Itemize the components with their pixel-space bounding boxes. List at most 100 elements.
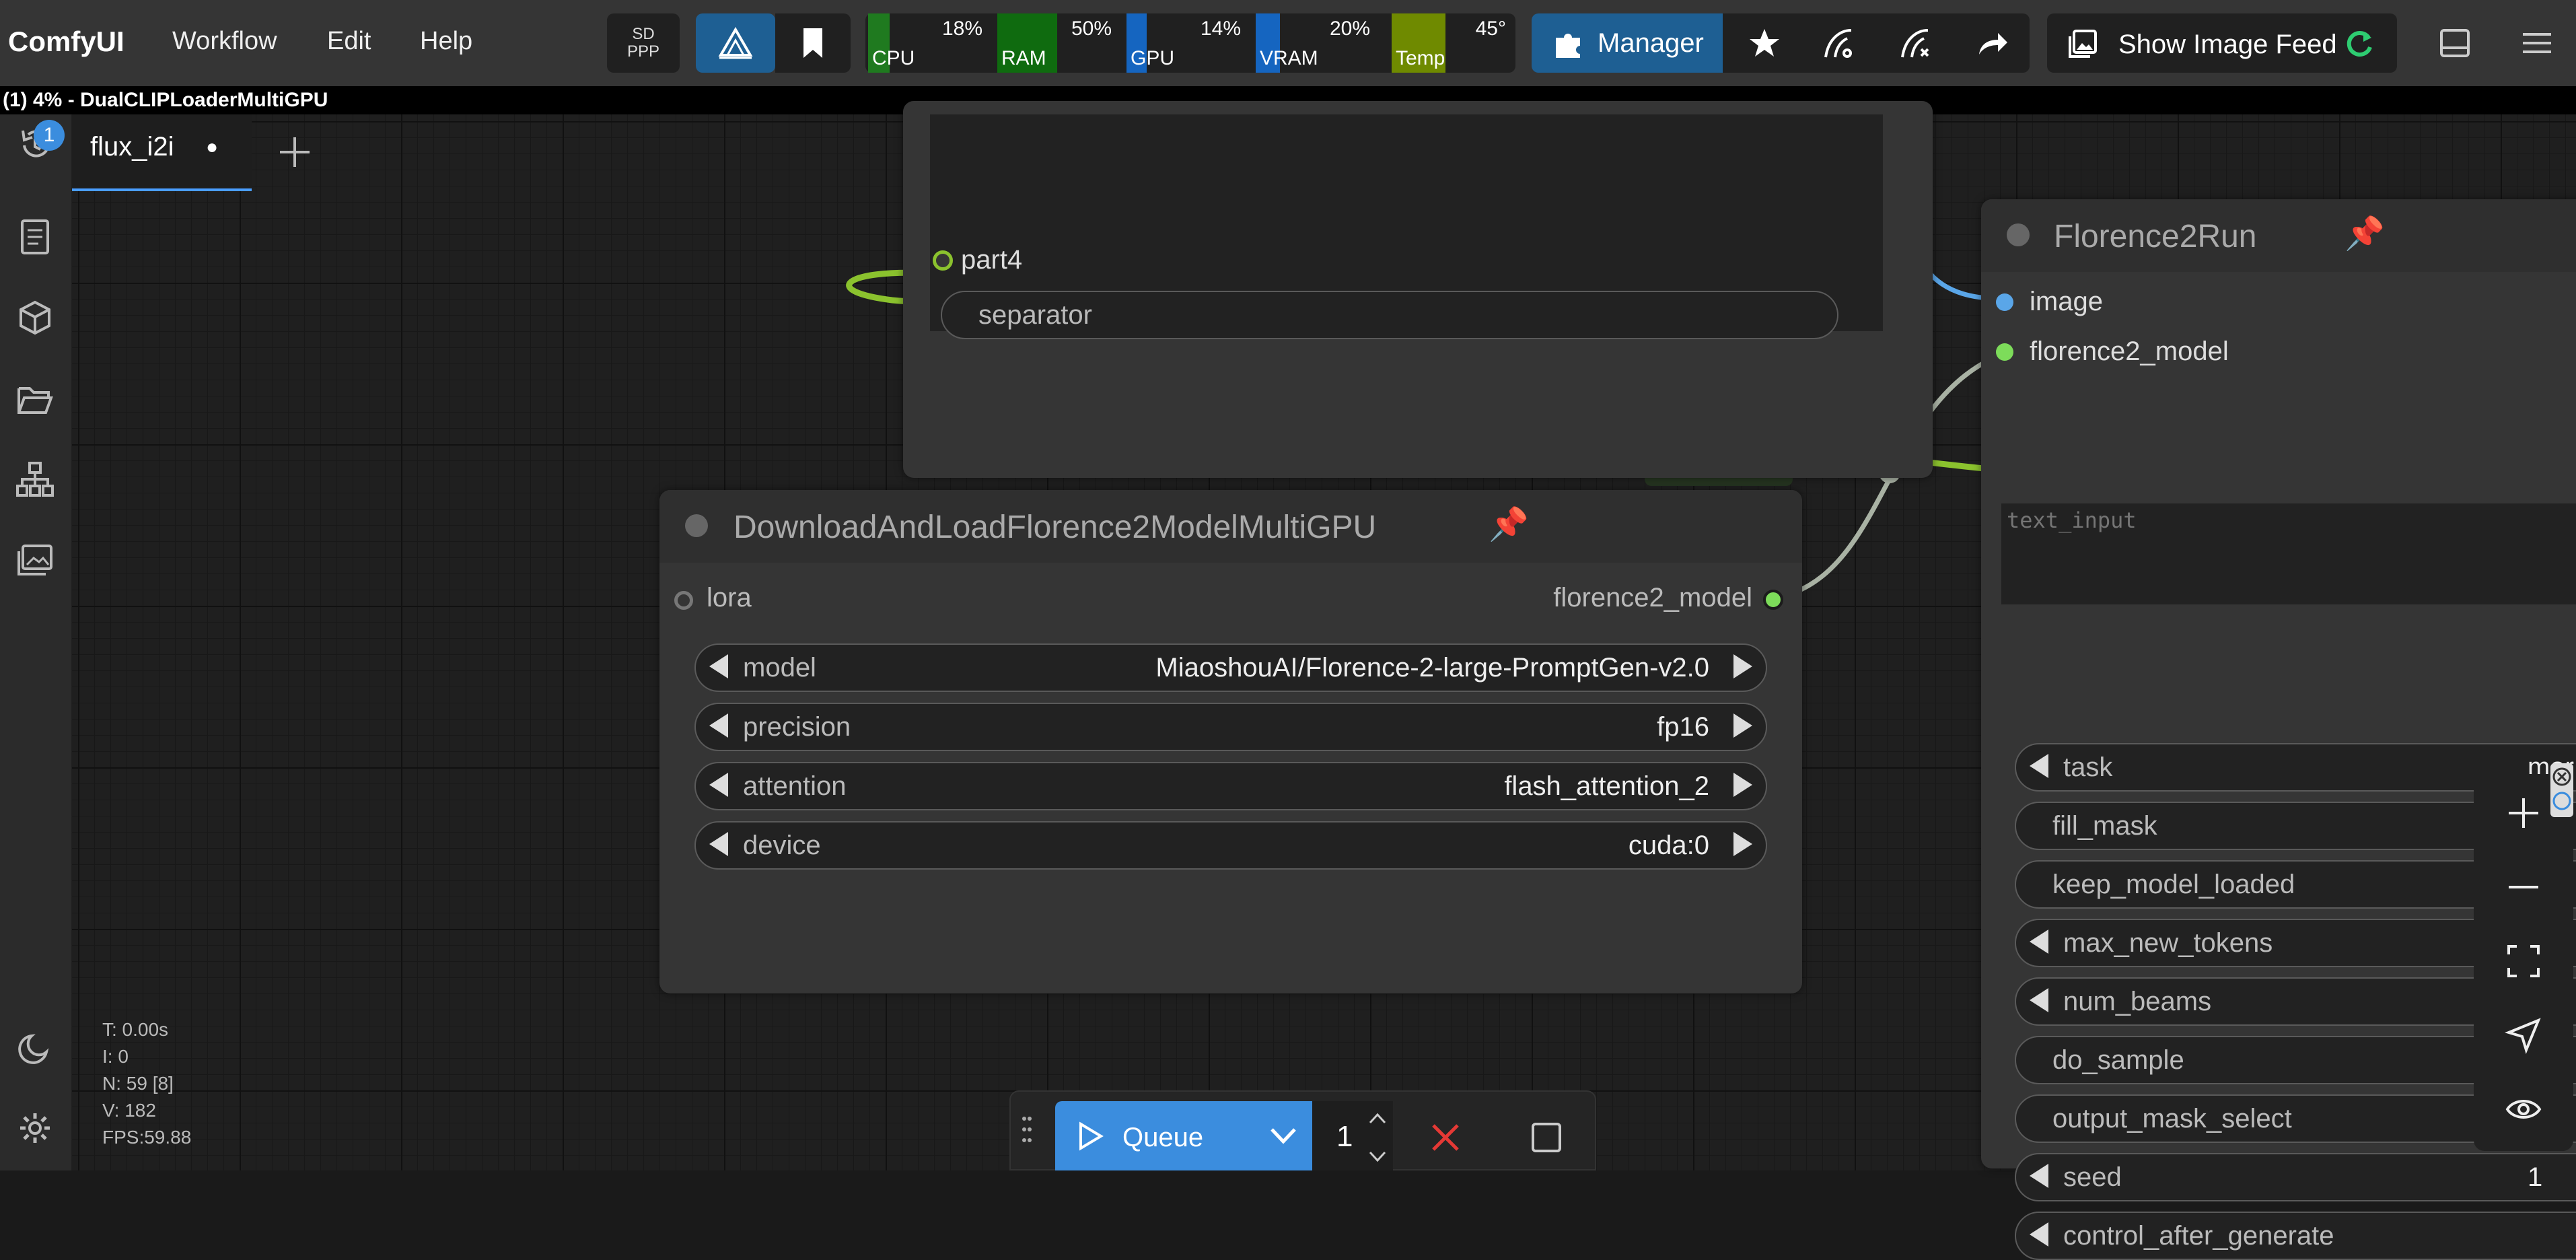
fullscreen-icon bbox=[2507, 945, 2540, 977]
batch-count-stepper[interactable]: 1 bbox=[1312, 1101, 1393, 1170]
widget-label: seed bbox=[2063, 1162, 2122, 1192]
widget-value-precision: fp16 bbox=[1657, 712, 1709, 742]
widget-value: 1 bbox=[2528, 1162, 2543, 1192]
toggle-panel-button[interactable] bbox=[2435, 23, 2475, 63]
toggle-links-button[interactable] bbox=[2501, 1086, 2546, 1132]
chevron-up-icon[interactable] bbox=[1367, 1111, 1388, 1127]
widget-control-after-generate[interactable]: control_after_generate bbox=[2015, 1212, 2576, 1260]
widget-label: num_beams bbox=[2063, 987, 2212, 1016]
arrow-left-icon[interactable] bbox=[709, 773, 728, 797]
model-scan-button[interactable] bbox=[1818, 23, 1859, 63]
widget-device[interactable]: device cuda:0 bbox=[694, 821, 1767, 870]
arrow-right-icon[interactable] bbox=[1733, 832, 1752, 856]
cancel-queue-button[interactable] bbox=[1428, 1120, 1463, 1155]
sidebar-settings[interactable] bbox=[13, 1107, 57, 1150]
widget-attention[interactable]: attention flash_attention_2 bbox=[694, 762, 1767, 810]
gear-icon bbox=[20, 1113, 50, 1143]
sidebar-image-gallery[interactable] bbox=[13, 538, 57, 582]
node-collapse-dot[interactable] bbox=[2007, 223, 2030, 246]
select-mode-button[interactable] bbox=[2501, 1012, 2546, 1058]
slot-part4[interactable] bbox=[933, 250, 953, 271]
widget-precision[interactable]: precision fp16 bbox=[694, 703, 1767, 751]
stat-v: V: 182 bbox=[102, 1100, 156, 1121]
tab-modified-dot[interactable]: ● bbox=[206, 136, 218, 159]
sidebar-node-map[interactable] bbox=[13, 458, 57, 501]
graph-canvas[interactable]: MultiGPU part4 separator DownloadAndLoad… bbox=[71, 101, 2576, 1260]
slot-input-florence2-model[interactable] bbox=[1996, 343, 2013, 361]
star-button[interactable] bbox=[1744, 23, 1785, 63]
menu-edit[interactable]: Edit bbox=[327, 27, 371, 56]
fit-view-button[interactable] bbox=[2501, 938, 2546, 984]
sidebar-model-library[interactable] bbox=[13, 296, 57, 339]
node-title-bar[interactable]: DownloadAndLoadFlorence2ModelMultiGPU 📌 bbox=[659, 490, 1802, 563]
app-icon-button[interactable] bbox=[696, 13, 775, 73]
document-list-icon bbox=[21, 219, 49, 254]
monitor-cpu-label: CPU bbox=[872, 47, 915, 69]
plus-icon bbox=[2509, 798, 2538, 828]
drag-handle-icon bbox=[1022, 1117, 1032, 1142]
arrow-right-icon[interactable] bbox=[1733, 654, 1752, 678]
widget-label: max_new_tokens bbox=[2063, 928, 2273, 958]
arrow-left-icon[interactable] bbox=[709, 832, 728, 856]
arrow-left-icon[interactable] bbox=[709, 654, 728, 678]
sidebar-theme-toggle[interactable] bbox=[13, 1027, 57, 1070]
monitor-vram-label: VRAM bbox=[1260, 47, 1318, 69]
model-download-button[interactable] bbox=[1895, 23, 1935, 63]
arrow-left-icon[interactable] bbox=[2030, 754, 2048, 778]
clear-queue-button[interactable] bbox=[1530, 1121, 1563, 1154]
manager-toolgroup: Manager bbox=[1532, 13, 2030, 73]
share-button[interactable] bbox=[1972, 23, 2012, 63]
monitor-cpu-value: 18% bbox=[941, 18, 982, 40]
arrow-right-icon[interactable] bbox=[1733, 773, 1752, 797]
slot-input-lora[interactable] bbox=[674, 591, 693, 610]
bookmark-button[interactable] bbox=[775, 13, 851, 73]
sd-ppp-line1: SD bbox=[632, 25, 655, 43]
widget-separator[interactable]: separator bbox=[941, 291, 1838, 339]
monitor-vram: VRAM 20% bbox=[1256, 13, 1375, 73]
minimap-toggle[interactable] bbox=[2550, 763, 2573, 817]
monitor-temp-value: 45° bbox=[1475, 18, 1506, 40]
stat-i: I: 0 bbox=[102, 1046, 129, 1067]
arrow-right-icon[interactable] bbox=[1733, 713, 1752, 738]
sidebar-workflows[interactable] bbox=[13, 378, 57, 421]
manager-button[interactable]: Manager bbox=[1532, 13, 1723, 73]
sidebar-queue-history[interactable]: 1 bbox=[13, 120, 65, 166]
tab-flux-i2i[interactable]: flux_i2i ● bbox=[71, 114, 252, 191]
zoom-out-button[interactable] bbox=[2501, 864, 2546, 910]
show-image-feed-button[interactable]: Show Image Feed bbox=[2047, 13, 2397, 73]
sd-ppp-button[interactable]: SD PPP bbox=[607, 13, 680, 73]
slot-label-florence2-model-out: florence2_model bbox=[1553, 583, 1752, 612]
hamburger-icon bbox=[2523, 33, 2551, 53]
menu-help[interactable]: Help bbox=[420, 27, 472, 56]
slot-label-part4: part4 bbox=[961, 245, 1023, 275]
node-download-load-florence2[interactable]: DownloadAndLoadFlorence2ModelMultiGPU 📌 … bbox=[659, 490, 1802, 993]
folder-open-icon bbox=[17, 387, 53, 414]
drag-handle[interactable] bbox=[1020, 1111, 1034, 1148]
close-circle-icon bbox=[2552, 767, 2571, 810]
canvas-stats: T: 0.00s I: 0 N: 59 [8] V: 182 FPS:59.88 bbox=[102, 1016, 191, 1151]
widget-model[interactable]: model MiaoshouAI/Florence-2-large-Prompt… bbox=[694, 643, 1767, 692]
slot-output-florence2-model[interactable] bbox=[1763, 590, 1783, 610]
node-title-bar[interactable]: Florence2Run 📌 bbox=[1981, 199, 2576, 272]
widget-label: output_mask_select bbox=[2052, 1104, 2292, 1133]
new-tab-button[interactable] bbox=[273, 131, 316, 174]
eye-icon bbox=[2505, 1100, 2542, 1119]
widget-seed[interactable]: seed 1 bbox=[2015, 1153, 2576, 1201]
sidebar-node-library[interactable] bbox=[13, 215, 57, 258]
hamburger-menu-button[interactable] bbox=[2517, 23, 2557, 63]
arrow-left-icon[interactable] bbox=[2030, 1222, 2048, 1247]
monitor-ram-label: RAM bbox=[1001, 47, 1046, 69]
queue-options-dropdown[interactable] bbox=[1254, 1101, 1312, 1170]
menu-workflow[interactable]: Workflow bbox=[172, 27, 277, 56]
arrow-left-icon[interactable] bbox=[2030, 930, 2048, 954]
arrow-left-icon[interactable] bbox=[2030, 1164, 2048, 1188]
node-collapse-dot[interactable] bbox=[685, 514, 708, 537]
slot-input-image[interactable] bbox=[1996, 293, 2013, 311]
queue-button[interactable]: Queue bbox=[1055, 1101, 1254, 1170]
zoom-in-button[interactable] bbox=[2501, 790, 2546, 836]
text-input-field[interactable] bbox=[2001, 503, 2576, 604]
widget-value-device: cuda:0 bbox=[1628, 831, 1709, 860]
chevron-down-icon[interactable] bbox=[1367, 1148, 1388, 1164]
arrow-left-icon[interactable] bbox=[709, 713, 728, 738]
arrow-left-icon[interactable] bbox=[2030, 988, 2048, 1012]
